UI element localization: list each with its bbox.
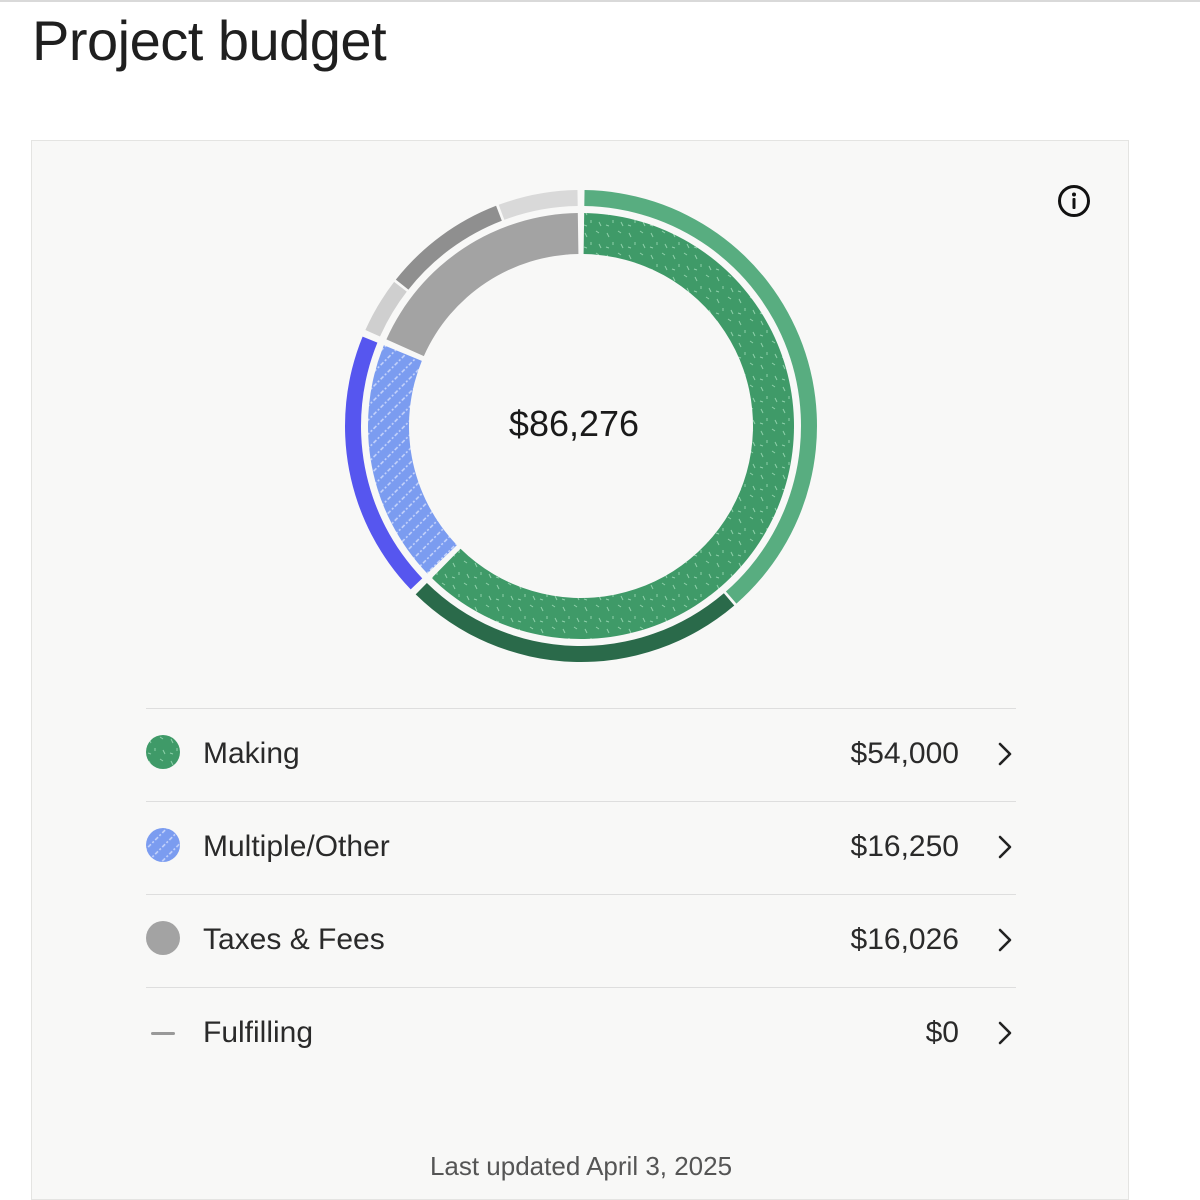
budget-card: $86,276 Making $54,000 Multiple/Other $1… [31, 140, 1129, 1200]
list-item-multiple-other[interactable]: Multiple/Other $16,250 [146, 801, 1016, 894]
total-amount: $86,276 [508, 403, 640, 444]
item-label: Making [203, 737, 300, 770]
list-item-making[interactable]: Making $54,000 [146, 708, 1016, 801]
item-amount: $16,250 [850, 830, 959, 863]
fulfilling-dash-swatch [151, 1032, 175, 1035]
last-updated-text: Last updated April 3, 2025 [429, 1151, 733, 1181]
page-title: Project budget [32, 9, 387, 72]
multiple-other-color-swatch [146, 828, 180, 862]
top-divider [0, 0, 1200, 2]
chevron-right-icon [996, 1020, 1014, 1046]
item-label: Multiple/Other [203, 830, 390, 863]
item-label: Fulfilling [203, 1016, 314, 1049]
inner-slice-taxes-fees [386, 213, 579, 357]
making-color-swatch [146, 735, 180, 769]
chevron-right-icon [996, 741, 1014, 767]
chevron-right-icon [996, 927, 1014, 953]
budget-donut-chart: $86,276 [32, 141, 1130, 681]
taxes-fees-color-swatch [146, 921, 180, 955]
budget-breakdown-list: Making $54,000 Multiple/Other $16,250 Ta… [146, 708, 1016, 1080]
chevron-right-icon [996, 834, 1014, 860]
item-label: Taxes & Fees [203, 923, 385, 956]
list-item-fulfilling[interactable]: Fulfilling $0 [146, 987, 1016, 1080]
list-item-taxes-fees[interactable]: Taxes & Fees $16,026 [146, 894, 1016, 987]
item-amount: $0 [925, 1016, 959, 1049]
item-amount: $54,000 [850, 737, 959, 770]
item-amount: $16,026 [850, 923, 959, 956]
